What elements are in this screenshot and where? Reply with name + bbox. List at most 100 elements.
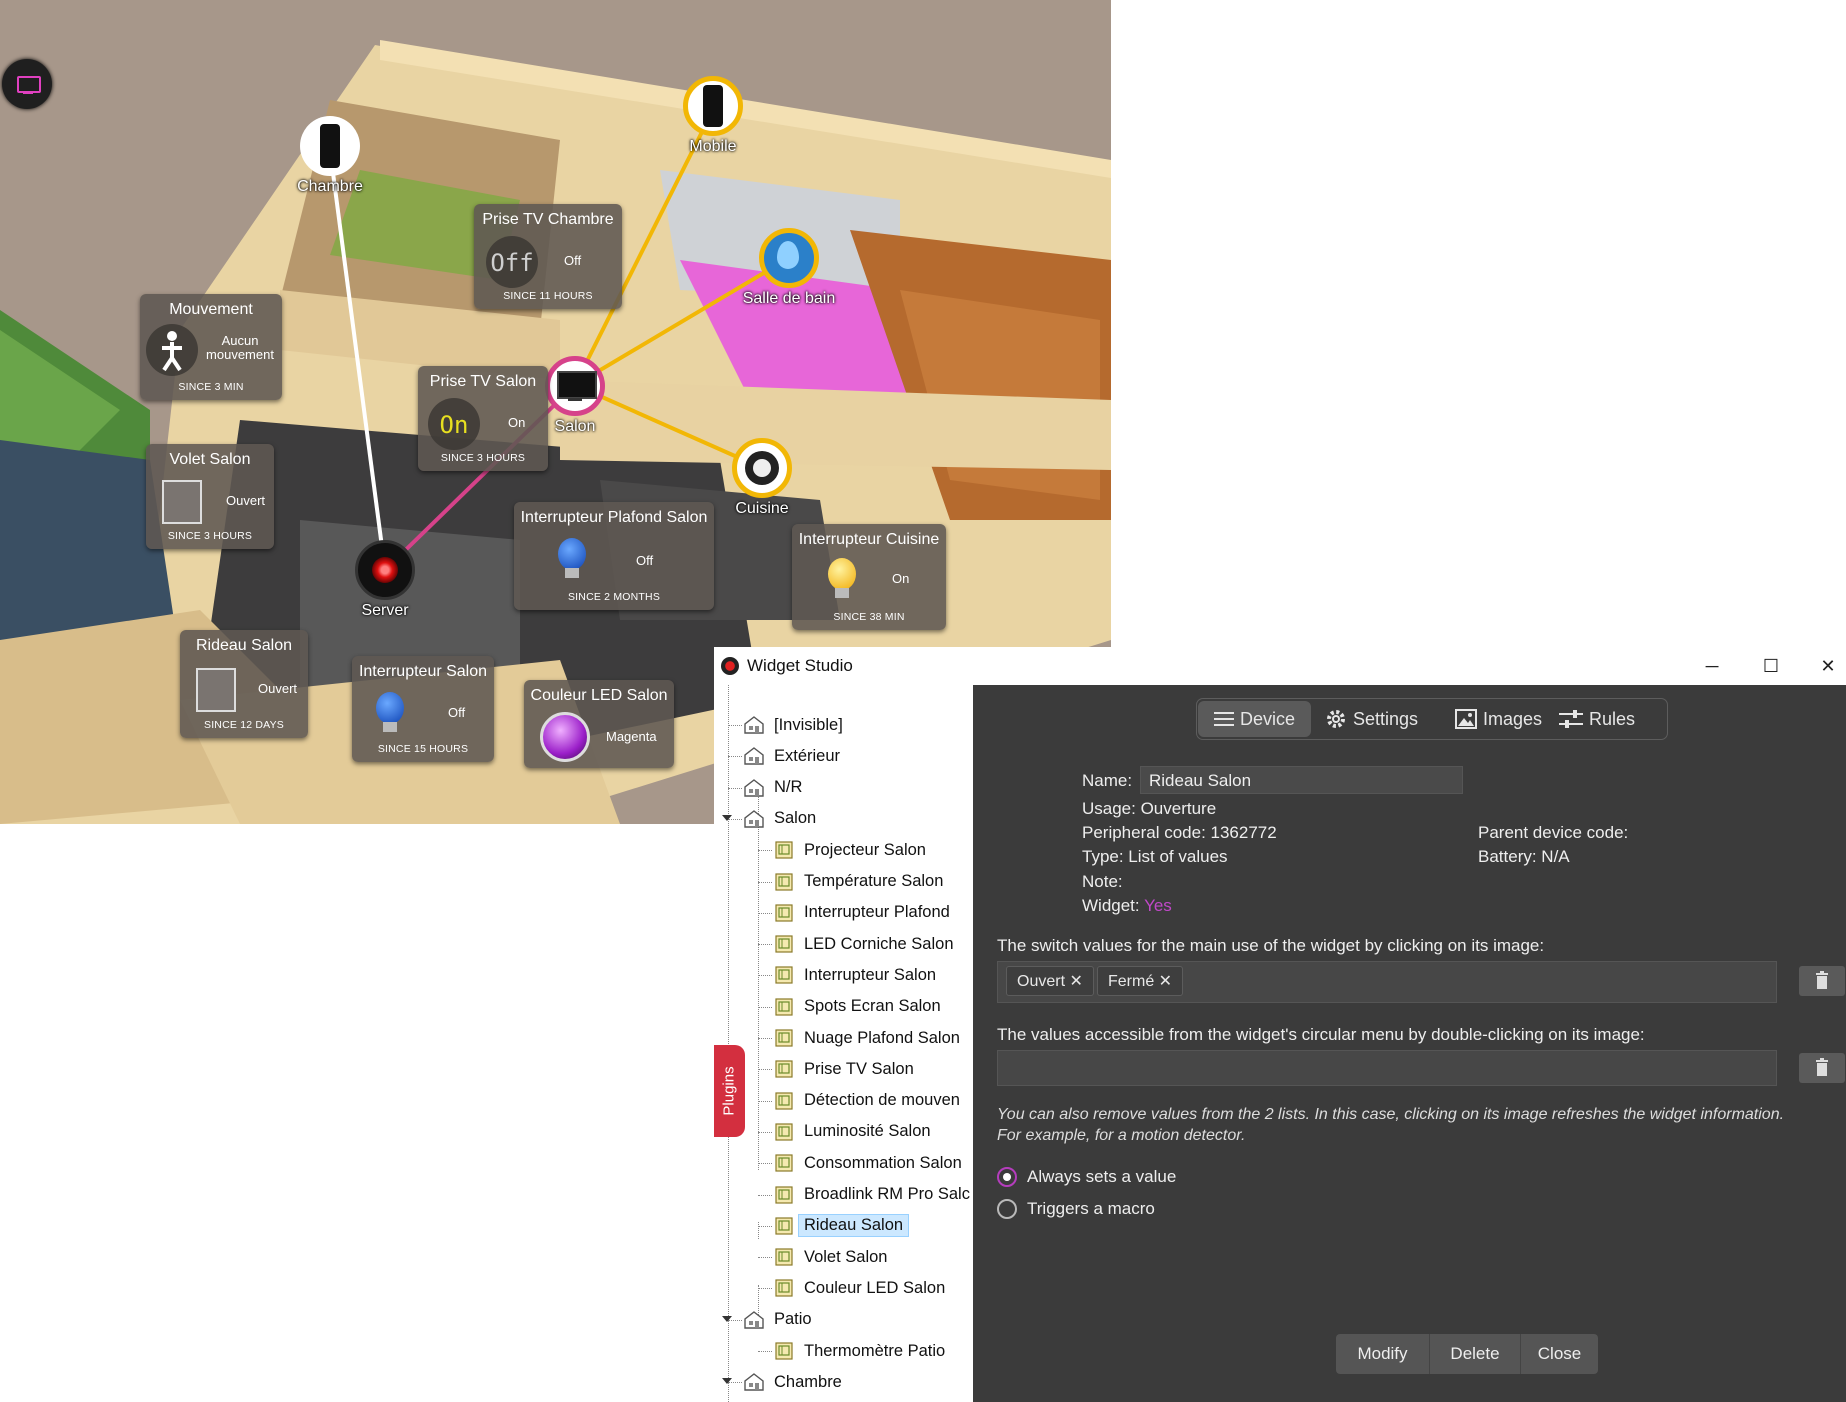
tile-title: Mouvement [169, 301, 253, 318]
help-note: You can also remove values from the 2 li… [997, 1104, 1846, 1146]
hub-cuisine[interactable]: Cuisine [707, 438, 817, 518]
tile-title: Interrupteur Salon [358, 663, 488, 680]
close-button[interactable]: Close [1521, 1334, 1598, 1374]
tile-volet-salon[interactable]: Volet Salon Ouvert SINCE 3 HOURS [146, 444, 274, 549]
tree-room-item[interactable]: [Invisible] [744, 711, 843, 739]
hub-server[interactable]: Server [330, 540, 440, 620]
tile-since: SINCE 3 HOURS [167, 530, 253, 542]
tile-since: SINCE 3 HOURS [440, 452, 526, 464]
delete-button[interactable]: Delete [1430, 1334, 1520, 1374]
radio-checked-icon [997, 1167, 1017, 1187]
tile-rideau-salon[interactable]: Rideau Salon Ouvert SINCE 12 DAYS [180, 630, 308, 738]
widget-image-icon [775, 1154, 793, 1172]
tree-device-item[interactable]: Thermomètre Patio [774, 1337, 945, 1365]
tile-title: Interrupteur Cuisine [798, 531, 940, 548]
bulb-yellow-icon [816, 554, 868, 606]
widget-image-icon [775, 1060, 793, 1078]
tree-device-item[interactable]: Luminosité Salon [774, 1118, 931, 1146]
image-icon [1455, 709, 1477, 729]
tree-room-item[interactable]: N/R [744, 774, 802, 802]
parent-device-code-text: Parent device code: [1478, 823, 1629, 842]
hub-mobile[interactable]: Mobile [658, 76, 768, 156]
expand-arrow-icon[interactable] [722, 1315, 732, 1322]
tree-device-item[interactable]: Broadlink RM Pro Salc [774, 1181, 970, 1209]
tab-images[interactable]: Images [1455, 701, 1542, 737]
tree-device-item[interactable]: Spots Ecran Salon [774, 993, 941, 1021]
tab-bar: Device Settings Images Rules [1196, 698, 1668, 740]
tile-interrupteur-plafond-salon[interactable]: Interrupteur Plafond Salon Off SINCE 2 M… [514, 502, 714, 610]
tree-room-item[interactable]: Patio [744, 1306, 812, 1334]
tree-device-item[interactable]: Interrupteur Salon [774, 961, 936, 989]
house-icon [744, 810, 764, 828]
widget-image-icon [775, 1123, 793, 1141]
tree-device-item[interactable]: LED Corniche Salon [774, 930, 954, 958]
circular-values-caption: The values accessible from the widget's … [997, 1025, 1645, 1044]
name-input[interactable]: Rideau Salon [1140, 766, 1463, 794]
tree-item-label: Projecteur Salon [804, 840, 926, 859]
gear-icon [1327, 710, 1345, 728]
tree-device-item[interactable]: Détection de mouven [774, 1087, 960, 1115]
radio-always-sets-value[interactable]: Always sets a value [997, 1167, 1176, 1187]
tree-device-item[interactable]: Prise TV Salon [774, 1055, 914, 1083]
value-chip[interactable]: Fermé ✕ [1097, 966, 1184, 996]
tile-interrupteur-cuisine[interactable]: Interrupteur Cuisine On SINCE 38 MIN [792, 524, 946, 630]
tile-interrupteur-salon[interactable]: Interrupteur Salon Off SINCE 15 HOURS [352, 656, 494, 762]
widget-image-icon [775, 872, 793, 891]
water-drop-icon [759, 228, 819, 288]
tab-label: Images [1483, 708, 1543, 729]
expand-arrow-icon[interactable] [722, 1378, 732, 1385]
help-note-line: You can also remove values from the 2 li… [997, 1106, 1785, 1123]
tree-room-item[interactable]: Chambre [744, 1368, 842, 1396]
tree-item-label: Température Salon [804, 872, 944, 890]
widget-label: Widget: [1082, 896, 1140, 915]
modify-button[interactable]: Modify [1336, 1334, 1429, 1374]
close-window-button[interactable]: ✕ [1798, 647, 1846, 685]
house-icon [744, 778, 764, 797]
tree-device-item[interactable]: Projecteur Salon [774, 836, 926, 864]
tree-device-item[interactable]: Couleur LED Salon [774, 1274, 945, 1302]
tree-item-label: Couleur LED Salon [804, 1278, 946, 1297]
tree-room-item[interactable]: Salon [744, 805, 816, 833]
tree-device-item[interactable]: Nuage Plafond Salon [774, 1024, 960, 1052]
device-panel: Device Settings Images Rules Name: Ridea… [973, 685, 1846, 1402]
tile-prise-tv-chambre[interactable]: Prise TV Chambre Off Off SINCE 11 HOURS [474, 204, 622, 309]
tree-device-item[interactable]: Consommation Salon [774, 1149, 962, 1177]
tab-settings[interactable]: Settings [1325, 701, 1418, 737]
tree-room-item[interactable]: Extérieur [744, 742, 840, 770]
tile-state: Ouvert [258, 681, 298, 696]
monitor-icon[interactable] [2, 59, 52, 109]
tile-state: Ouvert [226, 493, 266, 508]
tile-mouvement[interactable]: Mouvement Aucun mouvement SINCE 3 MIN [140, 294, 282, 400]
tree-device-item[interactable]: Volet Salon [774, 1243, 887, 1271]
radio-unchecked-icon [997, 1199, 1017, 1219]
tree-item-label: N/R [774, 778, 803, 797]
expand-arrow-icon[interactable] [722, 814, 732, 821]
tile-title: Prise TV Chambre [482, 211, 614, 228]
circular-values-list[interactable] [997, 1050, 1777, 1086]
tile-prise-tv-salon[interactable]: Prise TV Salon On On SINCE 3 HOURS [418, 366, 548, 471]
value-chip[interactable]: Ouvert ✕ [1006, 966, 1094, 996]
tile-state: Aucun mouvement [200, 334, 280, 362]
house-icon [744, 1373, 764, 1391]
house-icon [744, 747, 764, 765]
tile-since: SINCE 38 MIN [833, 611, 905, 623]
trash-icon[interactable] [1799, 966, 1845, 996]
tab-device[interactable]: Device [1198, 701, 1312, 737]
switch-values-list[interactable]: Ouvert ✕ Fermé ✕ [997, 961, 1777, 1003]
hub-salle-de-bain[interactable]: Salle de bain [734, 228, 844, 308]
hub-chambre[interactable]: Chambre [275, 116, 385, 196]
tile-couleur-led-salon[interactable]: Couleur LED Salon Magenta [524, 680, 674, 768]
device-tree[interactable]: [Invisible] Extérieur N/R Salon Projecteur S… [714, 685, 973, 1402]
radio-triggers-macro[interactable]: Triggers a macro [997, 1199, 1155, 1219]
plugins-tab[interactable]: Plugins [714, 1045, 745, 1137]
maximize-button[interactable]: ☐ [1741, 647, 1801, 685]
widget-image-icon [775, 904, 793, 922]
minimize-button[interactable]: ─ [1682, 647, 1742, 685]
tree-device-item[interactable]: Interrupteur Plafond [774, 899, 950, 927]
tree-item-label: Rideau Salon [798, 1214, 910, 1238]
trash-icon[interactable] [1799, 1053, 1845, 1083]
tree-device-item[interactable]: Rideau Salon [774, 1212, 910, 1240]
tab-rules[interactable]: Rules [1559, 701, 1635, 737]
tree-device-item[interactable]: Température Salon [774, 868, 943, 896]
window-title: Widget Studio [747, 656, 853, 675]
